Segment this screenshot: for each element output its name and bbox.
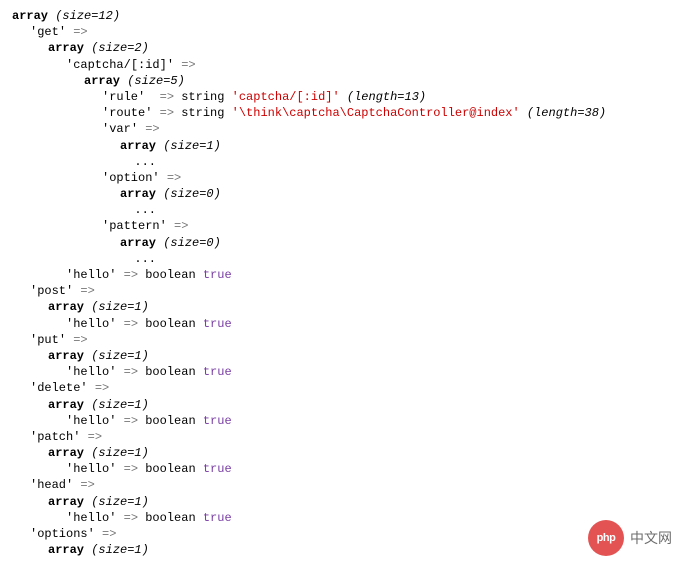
entry-key: var bbox=[109, 122, 131, 136]
entry-key: pattern bbox=[109, 219, 159, 233]
array-size: (size=1) bbox=[91, 398, 149, 412]
type-label: boolean bbox=[145, 317, 195, 331]
string-value: 'captcha/[:id]' bbox=[232, 90, 340, 104]
array-size: (size=12) bbox=[55, 9, 120, 23]
var-dump-output: array (size=12) 'get' => array (size=2) … bbox=[12, 8, 670, 558]
arrow-icon: => bbox=[174, 219, 188, 233]
type-label: boolean bbox=[145, 511, 195, 525]
method-key: post bbox=[37, 284, 66, 298]
arrow-icon: => bbox=[73, 25, 87, 39]
array-keyword: array bbox=[48, 446, 84, 460]
entry-key: route bbox=[109, 106, 145, 120]
arrow-icon: => bbox=[145, 122, 159, 136]
method-key: options bbox=[37, 527, 87, 541]
type-label: string bbox=[181, 106, 224, 120]
array-keyword: array bbox=[48, 398, 84, 412]
hello-key: hello bbox=[73, 365, 109, 379]
array-size: (size=0) bbox=[163, 236, 221, 250]
method-key: patch bbox=[37, 430, 73, 444]
array-size: (size=1) bbox=[91, 300, 149, 314]
array-keyword: array bbox=[120, 187, 156, 201]
watermark-text: 中文网 bbox=[630, 529, 672, 548]
length-label: (length=13) bbox=[347, 90, 426, 104]
arrow-icon: => bbox=[124, 317, 138, 331]
php-logo-icon: php bbox=[588, 520, 624, 556]
array-keyword: array bbox=[120, 236, 156, 250]
type-label: boolean bbox=[145, 414, 195, 428]
route-key: captcha/[:id] bbox=[73, 58, 167, 72]
watermark: php 中文网 bbox=[588, 520, 672, 556]
type-label: boolean bbox=[145, 462, 195, 476]
array-keyword: array bbox=[48, 543, 84, 557]
entry-key: option bbox=[109, 171, 152, 185]
array-keyword: array bbox=[48, 495, 84, 509]
method-key: head bbox=[37, 478, 66, 492]
type-label: boolean bbox=[145, 268, 195, 282]
array-keyword: array bbox=[48, 41, 84, 55]
bool-value: true bbox=[203, 317, 232, 331]
bool-value: true bbox=[203, 462, 232, 476]
bool-value: true bbox=[203, 365, 232, 379]
ellipsis: ... bbox=[134, 155, 156, 169]
hello-key: hello bbox=[73, 268, 109, 282]
array-size: (size=1) bbox=[91, 446, 149, 460]
arrow-icon: => bbox=[124, 365, 138, 379]
bool-value: true bbox=[203, 414, 232, 428]
array-keyword: array bbox=[84, 74, 120, 88]
hello-key: hello bbox=[73, 511, 109, 525]
array-keyword: array bbox=[48, 349, 84, 363]
entry-key: rule bbox=[109, 90, 138, 104]
arrow-icon: => bbox=[160, 90, 174, 104]
hello-key: hello bbox=[73, 414, 109, 428]
ellipsis: ... bbox=[134, 203, 156, 217]
method-key: get bbox=[37, 25, 59, 39]
hello-key: hello bbox=[73, 317, 109, 331]
array-size: (size=1) bbox=[163, 139, 221, 153]
arrow-icon: => bbox=[80, 284, 94, 298]
hello-key: hello bbox=[73, 462, 109, 476]
bool-value: true bbox=[203, 268, 232, 282]
array-keyword: array bbox=[48, 300, 84, 314]
array-size: (size=1) bbox=[91, 349, 149, 363]
arrow-icon: => bbox=[124, 462, 138, 476]
arrow-icon: => bbox=[124, 511, 138, 525]
arrow-icon: => bbox=[181, 58, 195, 72]
string-value: '\think\captcha\CaptchaController@index' bbox=[232, 106, 520, 120]
arrow-icon: => bbox=[124, 414, 138, 428]
length-label: (length=38) bbox=[527, 106, 606, 120]
type-label: boolean bbox=[145, 365, 195, 379]
arrow-icon: => bbox=[124, 268, 138, 282]
bool-value: true bbox=[203, 511, 232, 525]
arrow-icon: => bbox=[80, 478, 94, 492]
arrow-icon: => bbox=[160, 106, 174, 120]
ellipsis: ... bbox=[134, 252, 156, 266]
array-size: (size=0) bbox=[163, 187, 221, 201]
arrow-icon: => bbox=[102, 527, 116, 541]
array-size: (size=2) bbox=[91, 41, 149, 55]
method-key: put bbox=[37, 333, 59, 347]
array-keyword: array bbox=[120, 139, 156, 153]
arrow-icon: => bbox=[73, 333, 87, 347]
array-size: (size=5) bbox=[127, 74, 185, 88]
array-size: (size=1) bbox=[91, 543, 149, 557]
arrow-icon: => bbox=[167, 171, 181, 185]
arrow-icon: => bbox=[88, 430, 102, 444]
array-keyword: array bbox=[12, 9, 48, 23]
method-key: delete bbox=[37, 381, 80, 395]
type-label: string bbox=[181, 90, 224, 104]
arrow-icon: => bbox=[95, 381, 109, 395]
array-size: (size=1) bbox=[91, 495, 149, 509]
